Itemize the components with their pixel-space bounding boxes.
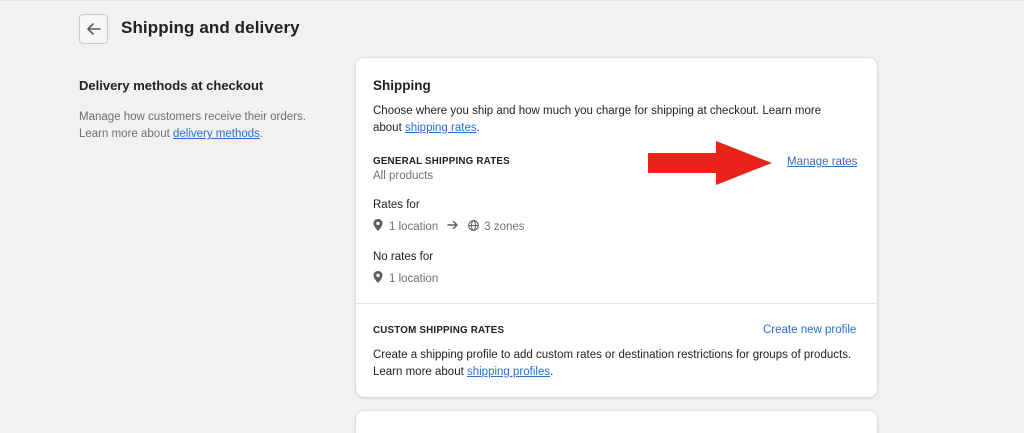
create-new-profile-link[interactable]: Create new profile [763, 324, 856, 336]
rates-for-zones: 3 zones [484, 220, 525, 233]
no-rates-for-row: 1 location [373, 271, 438, 286]
shipping-card-title: Shipping [373, 78, 431, 93]
section-desc-prefix: Learn more about [79, 128, 173, 140]
page-title: Shipping and delivery [121, 18, 300, 37]
shipping-card-description: Choose where you ship and how much you c… [373, 103, 853, 137]
red-arrow-annotation [648, 141, 772, 190]
section-title: Delivery methods at checkout [79, 78, 264, 93]
shipping-profiles-link[interactable]: shipping profiles [467, 366, 550, 378]
general-rates-scope: All products [373, 170, 434, 182]
shipping-desc-suffix: . [476, 122, 480, 134]
no-rates-locations: 1 location [389, 272, 439, 285]
custom-desc-prefix: Create a shipping profile to add custom … [373, 349, 852, 378]
section-description: Manage how customers receive their order… [79, 109, 329, 143]
shipping-card: Shipping Choose where you ship and how m… [356, 58, 877, 397]
rates-for-label: Rates for [373, 199, 420, 211]
top-divider [0, 0, 1024, 1]
location-pin-icon [373, 219, 383, 234]
manage-rates-link[interactable]: Manage rates [787, 156, 857, 168]
card-section-divider [356, 303, 877, 304]
back-button[interactable] [79, 14, 108, 44]
section-desc-suffix: . [259, 128, 264, 140]
shipping-rates-link[interactable]: shipping rates [405, 122, 477, 134]
delivery-methods-link[interactable]: delivery methods [173, 128, 260, 140]
custom-desc-suffix: . [550, 366, 554, 378]
custom-rates-description: Create a shipping profile to add custom … [373, 347, 853, 381]
rates-for-locations: 1 location [389, 220, 439, 233]
globe-icon [468, 219, 480, 234]
general-shipping-rates-heading: GENERAL SHIPPING RATES [373, 156, 510, 167]
no-rates-for-label: No rates for [373, 251, 434, 263]
rates-for-row: 1 location 3 zones [373, 219, 525, 234]
arrow-right-icon [447, 220, 459, 233]
section-desc-line1: Manage how customers receive their order… [79, 111, 306, 123]
arrow-left-icon [86, 23, 101, 35]
custom-shipping-rates-heading: CUSTOM SHIPPING RATES [373, 325, 505, 336]
next-card [356, 411, 877, 433]
location-pin-icon [373, 271, 383, 286]
shipping-delivery-page: Shipping and delivery Delivery methods a… [0, 0, 1024, 433]
